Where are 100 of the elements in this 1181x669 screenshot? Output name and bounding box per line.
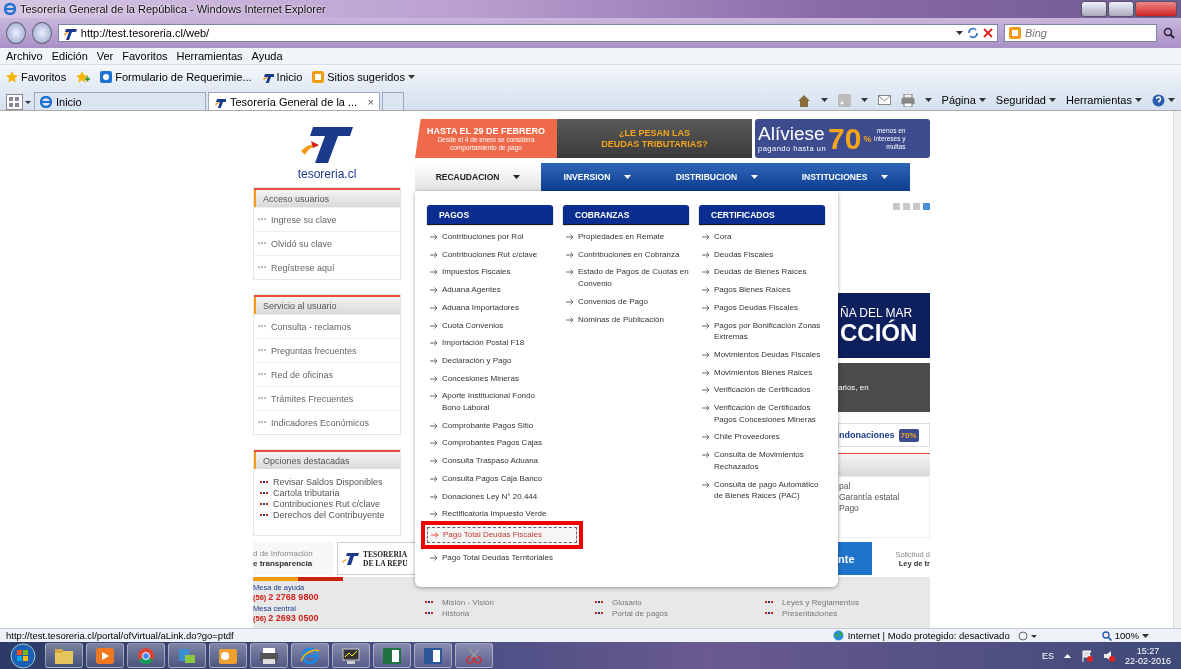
sidebar-link[interactable]: Olvidó su clave: [254, 231, 400, 255]
printer-icon[interactable]: [900, 93, 915, 107]
sidebar-link[interactable]: Regístrese aquí: [254, 255, 400, 279]
sidebar-link[interactable]: Red de oficinas: [254, 362, 400, 386]
command-menu[interactable]: Herramientas: [1065, 94, 1142, 106]
featured-link[interactable]: Cartola tributaria: [260, 488, 400, 499]
taskbar-button[interactable]: [168, 643, 206, 668]
maximize-button[interactable]: [1108, 1, 1134, 17]
menu-link[interactable]: Consulta de pago Automático de Bienes Raices (PAC): [699, 478, 825, 502]
taskbar-button[interactable]: [414, 643, 452, 668]
footer-link[interactable]: Leyes y Reglamentos: [765, 597, 935, 608]
menu-link[interactable]: Pagos Bienes Raíces: [699, 284, 825, 296]
refresh-icon[interactable]: [966, 27, 979, 39]
taskbar-button[interactable]: [373, 643, 411, 668]
menu-link[interactable]: Consulta de Movimientos Rechazados: [699, 449, 825, 473]
favorite-link[interactable]: Inicio: [261, 70, 303, 83]
taskbar-button[interactable]: [86, 643, 124, 668]
nav-tab[interactable]: DISTRIBUCION: [654, 163, 780, 191]
menu-link[interactable]: Propiedades en Remate: [563, 231, 689, 243]
clock[interactable]: 15:27 22-02-2016: [1124, 645, 1171, 666]
close-button[interactable]: [1135, 1, 1177, 17]
menu-link[interactable]: Pagos por Bonificación Zonas Extremas: [699, 319, 825, 343]
scrollbar[interactable]: [1173, 111, 1181, 628]
search-field[interactable]: Bing: [1003, 24, 1157, 42]
condonaciones-banner[interactable]: ndonaciones 70%: [838, 423, 930, 447]
footer-link[interactable]: Glosario: [595, 597, 765, 608]
menu-link[interactable]: Movimientos Deudas Fiscales: [699, 348, 825, 361]
menu-link[interactable]: Movimientos Bienes Raices: [699, 366, 825, 379]
menu-link[interactable]: Deudas de Bienes Raíces: [699, 266, 825, 279]
featured-link[interactable]: Contribuciones Rut c/clave: [260, 499, 400, 510]
menu-link[interactable]: Contribuciones por Rol: [427, 231, 553, 243]
menu-link[interactable]: Nóminas de Publicación: [563, 313, 689, 326]
menu-item[interactable]: Ver: [96, 50, 114, 62]
link-tile[interactable]: nte: [838, 542, 872, 575]
menu-link[interactable]: Comprobantes Pagos Cajas: [427, 437, 553, 450]
stop-icon[interactable]: [982, 28, 993, 38]
transparency-banner[interactable]: d de Información e transparencia: [253, 542, 333, 575]
menu-link[interactable]: Cuota Convenios: [427, 319, 553, 332]
menu-link[interactable]: Rectificatoria Impuesto Verde: [427, 508, 553, 520]
menu-link[interactable]: Cora: [699, 231, 825, 243]
quick-tabs-icon[interactable]: [6, 94, 32, 110]
taskbar-button[interactable]: [209, 643, 247, 668]
taskbar-button[interactable]: [332, 643, 370, 668]
menu-link[interactable]: Comprobante Pagos Sitio: [427, 419, 553, 432]
speaker-icon[interactable]: [1102, 649, 1115, 662]
menu-link[interactable]: Contribuciones Rut c/clave: [427, 248, 553, 261]
menu-link[interactable]: Declaración y Pago: [427, 354, 553, 367]
menu-item[interactable]: Archivo: [6, 50, 43, 62]
footer-link[interactable]: Presentaciones: [765, 608, 935, 619]
taskbar-button[interactable]: [127, 643, 165, 668]
taskbar-button[interactable]: [250, 643, 288, 668]
add-favorite-icon[interactable]: [76, 70, 91, 83]
sidebar-link[interactable]: Ingrese su clave: [254, 207, 400, 231]
menu-link[interactable]: Deudas Fiscales: [699, 248, 825, 261]
language-indicator[interactable]: ES: [1041, 650, 1054, 661]
sidebar-link[interactable]: Indicadores Económicos: [254, 410, 400, 434]
menu-link[interactable]: Contribuciones en Cobranza: [563, 248, 689, 261]
flag-icon[interactable]: [1080, 649, 1093, 662]
sidebar-link[interactable]: Preguntas frecuentes: [254, 338, 400, 362]
menu-link[interactable]: Impuestos Fiscales: [427, 266, 553, 279]
nav-tab[interactable]: INSTITUCIONES: [780, 163, 910, 191]
mail-icon[interactable]: [877, 95, 891, 105]
featured-link[interactable]: Derechos del Contribuyente: [260, 510, 400, 521]
menu-link[interactable]: Convenios de Pago: [563, 295, 689, 308]
settings-icon[interactable]: [1017, 630, 1038, 641]
favorite-link[interactable]: Formulario de Requerimie...: [100, 70, 252, 83]
back-button[interactable]: [6, 22, 26, 44]
menu-link[interactable]: Aduana Importadores: [427, 301, 553, 314]
menu-link[interactable]: Concesiones Mineras: [427, 372, 553, 385]
tab-close-button[interactable]: ×: [367, 95, 374, 108]
sidebar-link[interactable]: Trámites Frecuentes: [254, 386, 400, 410]
zoom-button[interactable]: 100%: [1095, 629, 1155, 642]
menu-link[interactable]: Aporte Institucional Fondo Bono Laboral: [427, 390, 553, 414]
menu-link[interactable]: Donaciones Ley N° 20.444: [427, 490, 553, 503]
command-menu[interactable]: Seguridad: [995, 94, 1056, 106]
menu-link[interactable]: Aduana Agentes: [427, 284, 553, 296]
menu-link[interactable]: Pagos Deudas Fiscales: [699, 301, 825, 314]
menu-item[interactable]: Favoritos: [122, 50, 168, 62]
debt-banner[interactable]: ¿LE PESAN LAS DEUDAS TRIBUTARIAS?: [557, 119, 752, 158]
search-icon[interactable]: [1163, 27, 1175, 39]
menu-item[interactable]: Ayuda: [251, 50, 283, 62]
menu-link[interactable]: Estado de Pagos de Cuotas en Convenio: [563, 266, 689, 290]
address-field[interactable]: http://test.tesoreria.cl/web/: [57, 24, 998, 42]
menu-link[interactable]: Verificación de Certificados: [699, 384, 825, 397]
command-menu[interactable]: Página: [941, 94, 986, 106]
featured-link[interactable]: Revisar Saldos Disponibles: [260, 477, 400, 488]
menu-link[interactable]: Consulta Traspaso Aduana: [427, 455, 553, 467]
help-menu[interactable]: [1152, 93, 1175, 107]
taskbar-button[interactable]: [45, 643, 83, 668]
menu-item[interactable]: Herramientas: [176, 50, 243, 62]
minimize-button[interactable]: [1081, 1, 1107, 17]
nav-tab[interactable]: RECAUDACION: [415, 163, 541, 191]
browser-tab[interactable]: Tesorería General de la ... ×: [208, 92, 380, 110]
favorite-link[interactable]: Sitios sugeridos: [312, 70, 415, 83]
home-icon[interactable]: [796, 93, 811, 107]
favorites-button[interactable]: Favoritos: [6, 70, 67, 83]
forward-button[interactable]: [31, 22, 52, 44]
menu-link[interactable]: Consulta Pagos Caja Banco: [427, 472, 553, 485]
menu-link[interactable]: Chile Proveedores: [699, 431, 825, 444]
sidebar-link[interactable]: Consulta - reclamos: [254, 314, 400, 338]
